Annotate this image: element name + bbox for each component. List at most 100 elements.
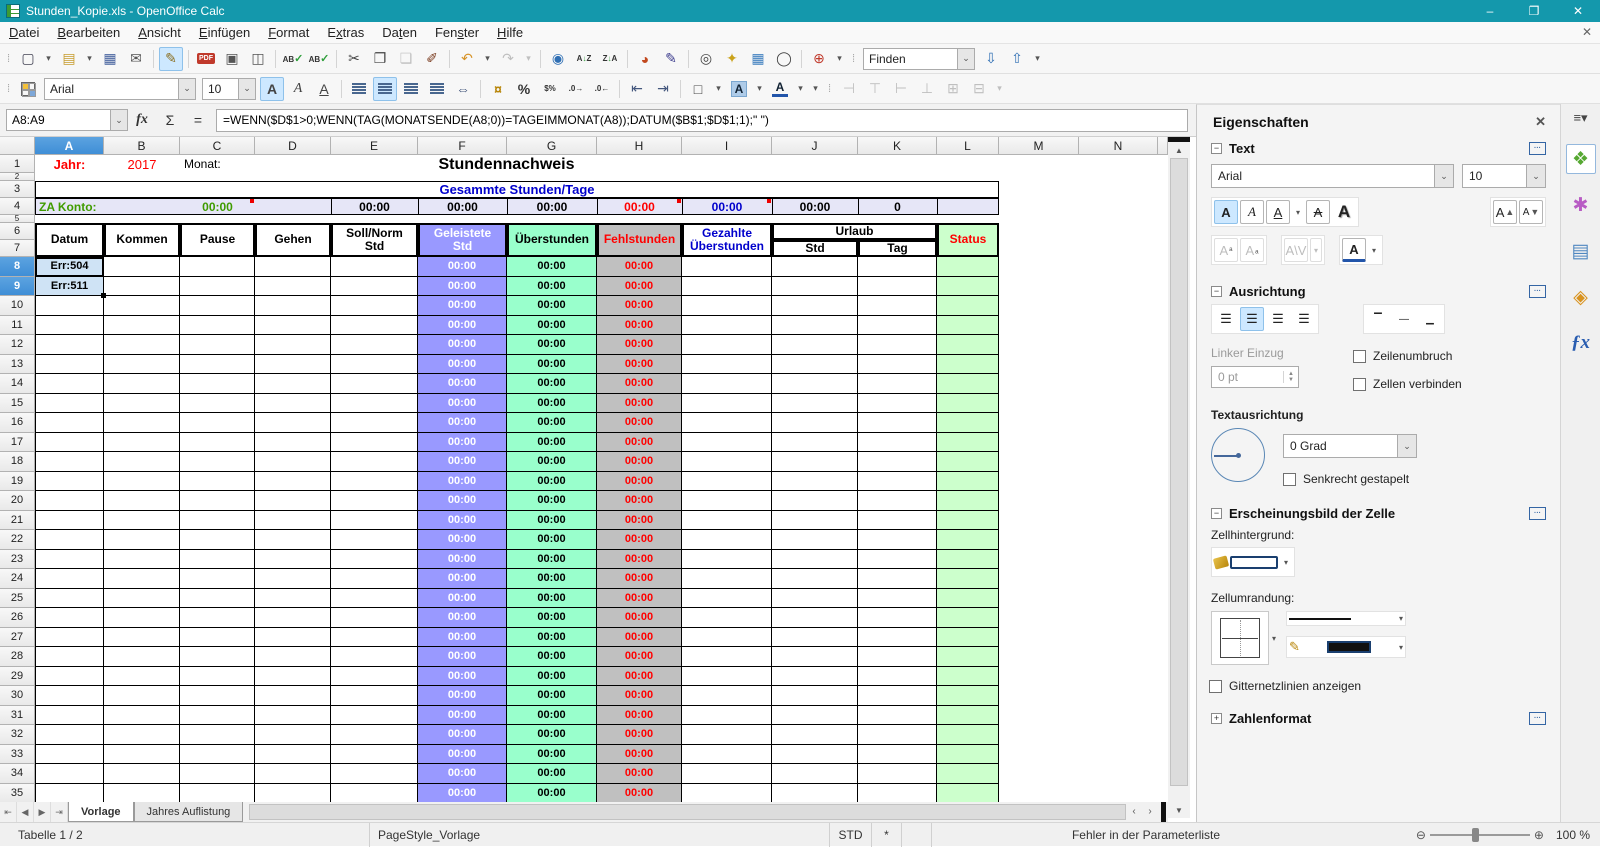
cell-J10[interactable]	[772, 296, 858, 316]
find-replace-button[interactable]: ◎	[694, 47, 718, 71]
cell-A20[interactable]	[35, 491, 104, 511]
cell-B17[interactable]	[104, 432, 180, 452]
underline-dropdown-icon[interactable]: ▾	[1292, 200, 1304, 224]
sidebar-underline-button[interactable]: A	[1266, 200, 1290, 224]
row-header-11[interactable]: 11	[0, 315, 35, 335]
cell-C29[interactable]	[180, 666, 255, 686]
zoom-slider-thumb[interactable]	[1471, 827, 1479, 842]
cell-H17[interactable]: 00:00	[597, 432, 682, 452]
cell-L19[interactable]	[937, 471, 999, 491]
row-header-34[interactable]: 34	[0, 764, 35, 784]
cell-H22[interactable]: 00:00	[597, 530, 682, 550]
cell-L31[interactable]	[937, 705, 999, 725]
cell-L26[interactable]	[937, 608, 999, 628]
row-header-33[interactable]: 33	[0, 744, 35, 764]
find-dropdown-icon[interactable]: ⌄	[957, 48, 974, 69]
line-style-combobox[interactable]: ▾	[1286, 611, 1407, 626]
cell-D10[interactable]	[255, 296, 331, 316]
cell-B8[interactable]	[104, 257, 180, 277]
row-header-20[interactable]: 20	[0, 491, 35, 511]
cell-F15[interactable]: 00:00	[418, 393, 507, 413]
sidebar-align-left-button[interactable]: ☰	[1214, 307, 1238, 331]
header-geleistete[interactable]: Geleistete Std	[418, 223, 507, 257]
functions-tab-icon[interactable]: ƒx	[1566, 328, 1596, 358]
cell-E8[interactable]	[331, 257, 418, 277]
cell-L27[interactable]	[937, 627, 999, 647]
header-kommen[interactable]: Kommen	[104, 223, 180, 257]
cell-J20[interactable]	[772, 491, 858, 511]
cell-A16[interactable]	[35, 413, 104, 433]
line-style-dropdown-icon[interactable]: ▾	[1399, 614, 1403, 623]
new-document-dropdown[interactable]: ▾	[42, 47, 55, 71]
cell-G16[interactable]: 00:00	[507, 413, 597, 433]
column-header-H[interactable]: H	[597, 137, 682, 155]
cell-H16[interactable]: 00:00	[597, 413, 682, 433]
cell-E21[interactable]	[331, 510, 418, 530]
cell-B11[interactable]	[104, 315, 180, 335]
cell-K24[interactable]	[858, 569, 937, 589]
collapse-text-icon[interactable]: −	[1211, 143, 1222, 154]
find-previous-button[interactable]: ⇧	[1005, 47, 1029, 71]
cell-E9[interactable]	[331, 276, 418, 296]
cell-L32[interactable]	[937, 725, 999, 745]
cell-C23[interactable]	[180, 549, 255, 569]
left-indent-stepper[interactable]: 0 pt ▲ ▼	[1211, 366, 1299, 388]
cell-F9[interactable]: 00:00	[418, 276, 507, 296]
cell-J24[interactable]	[772, 569, 858, 589]
cell-E22[interactable]	[331, 530, 418, 550]
select-all-corner[interactable]	[0, 137, 35, 155]
help-button[interactable]: ⊕	[807, 47, 831, 71]
header-datum[interactable]: Datum	[35, 223, 104, 257]
sidebar-font-size-combobox[interactable]: 10 ⌄	[1462, 164, 1546, 188]
zoom-level[interactable]: 100 %	[1556, 828, 1590, 842]
cell-J33[interactable]	[772, 744, 858, 764]
cell-G19[interactable]: 00:00	[507, 471, 597, 491]
row-header-21[interactable]: 21	[0, 510, 35, 530]
cell-J8[interactable]	[772, 257, 858, 277]
cell-J15[interactable]	[772, 393, 858, 413]
cell-H15[interactable]: 00:00	[597, 393, 682, 413]
cell-D27[interactable]	[255, 627, 331, 647]
cell-K33[interactable]	[858, 744, 937, 764]
merge-cells-button[interactable]: ⇔	[451, 77, 475, 101]
insert-chart-button[interactable]: ◕	[633, 47, 657, 71]
cell-I19[interactable]	[682, 471, 772, 491]
cell-A25[interactable]	[35, 588, 104, 608]
copy-button[interactable]: ❐	[368, 47, 392, 71]
cell-G25[interactable]: 00:00	[507, 588, 597, 608]
cell-G28[interactable]: 00:00	[507, 647, 597, 667]
cell-F27[interactable]: 00:00	[418, 627, 507, 647]
navigator-button[interactable]: ✦	[720, 47, 744, 71]
row-header-27[interactable]: 27	[0, 627, 35, 647]
cell-K21[interactable]	[858, 510, 937, 530]
alignment-dialog-launcher-icon[interactable]: ···	[1529, 285, 1546, 298]
scroll-right-icon[interactable]: ›	[1142, 802, 1158, 822]
row-header-9[interactable]: 9	[0, 276, 35, 296]
column-header-A[interactable]: A	[35, 137, 104, 155]
cell-E18[interactable]	[331, 452, 418, 472]
cell-H25[interactable]: 00:00	[597, 588, 682, 608]
cell-E26[interactable]	[331, 608, 418, 628]
font-combo-dropdown-icon[interactable]: ⌄	[178, 78, 195, 99]
row-header-1[interactable]: 1	[0, 155, 35, 173]
background-color-button[interactable]: A	[727, 77, 751, 101]
column-header-K[interactable]: K	[858, 137, 937, 155]
cell-F35[interactable]: 00:00	[418, 783, 507, 802]
cell-H27[interactable]: 00:00	[597, 627, 682, 647]
cell-F34[interactable]: 00:00	[418, 764, 507, 784]
cell-B20[interactable]	[104, 491, 180, 511]
cell-D23[interactable]	[255, 549, 331, 569]
column-header-E[interactable]: E	[331, 137, 418, 155]
font-color-dropdown[interactable]: ▾	[794, 77, 807, 101]
cell-J21[interactable]	[772, 510, 858, 530]
cell-H29[interactable]: 00:00	[597, 666, 682, 686]
cell-B12[interactable]	[104, 335, 180, 355]
cell-J32[interactable]	[772, 725, 858, 745]
cell-E34[interactable]	[331, 764, 418, 784]
cell-F23[interactable]: 00:00	[418, 549, 507, 569]
cell-A22[interactable]	[35, 530, 104, 550]
cell-B24[interactable]	[104, 569, 180, 589]
cell-L17[interactable]	[937, 432, 999, 452]
cell-L30[interactable]	[937, 686, 999, 706]
cell-F28[interactable]: 00:00	[418, 647, 507, 667]
